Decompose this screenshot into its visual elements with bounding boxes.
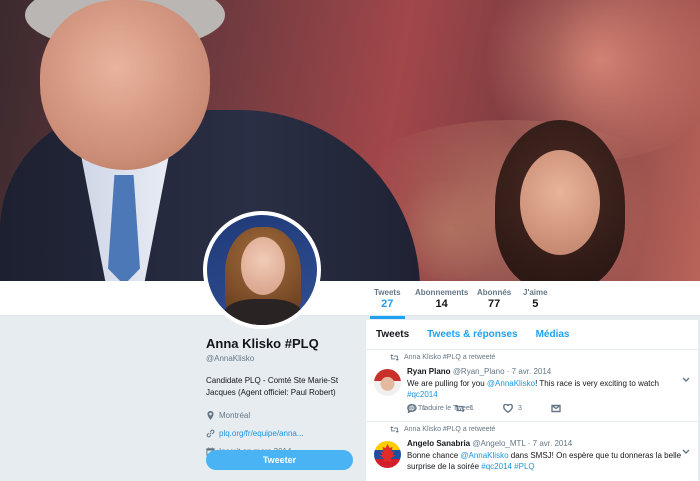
timeline-tabs: Tweets Tweets & réponses Médias [366,320,698,350]
profile-name[interactable]: Anna Klisko #PLQ [206,336,356,351]
tweet-author-avatar[interactable] [374,369,401,396]
tweet-text: We are pulling for you @AnnaKlisko! This… [407,378,689,400]
reply-count: 1 [422,405,426,412]
tweet-actions: 1 1 3 [407,404,599,413]
retweet-icon [390,426,399,433]
tweet-item[interactable]: Anna Klisko #PLQ a retweeté Angelo Sanab… [366,422,698,481]
link-icon [206,429,215,438]
mention-link[interactable]: @AnnaKlisko [460,451,508,460]
retweet-icon [455,404,465,413]
location-pin-icon [207,411,214,420]
retweet-context: Anna Klisko #PLQ a retweeté [390,426,495,433]
stat-label: J'aime [523,288,548,297]
stat-followers[interactable]: Abonnés 77 [477,288,511,310]
stat-value: 77 [487,298,501,310]
tweet-text-part: ! This race is very exciting to watch [535,379,659,388]
envelope-icon [551,404,561,413]
reply-button[interactable]: 1 [407,404,455,413]
stat-likes[interactable]: J'aime 5 [523,288,548,310]
profile-handle[interactable]: @AnnaKlisko [206,354,356,363]
direct-message-button[interactable] [551,404,599,413]
tweet-text-part: We are pulling for you [407,379,487,388]
tweet-text: Bonne chance @AnnaKlisko dans SMSJ! On e… [407,450,689,472]
profile-website[interactable]: plq.org/fr/equipe/anna... [206,429,356,438]
tweet-author-name[interactable]: Ryan Plano [407,367,451,376]
profile-nav: Tweets 27 Abonnements 14 Abonnés 77 J'ai… [0,281,700,319]
tweet-date[interactable]: · 7 avr. 2014 [528,439,572,448]
stat-label: Abonnés [477,288,512,297]
tweet-author-name[interactable]: Angelo Sanabria [407,439,470,448]
tweet-item[interactable]: Anna Klisko #PLQ a retweeté Ryan Plano @… [366,350,698,422]
stat-value: 27 [381,298,394,310]
retweet-context: Anna Klisko #PLQ a retweeté [390,354,495,361]
tweet-author-handle[interactable]: @Angelo_MTL [472,439,525,448]
stat-following[interactable]: Abonnements 14 [415,288,468,310]
like-count: 3 [518,405,522,412]
tweet-text-part: Bonne chance [407,451,461,460]
tweet-header: Ryan Plano @Ryan_Plano · 7 avr. 2014 [407,367,689,376]
maple-leaf-icon [379,444,396,462]
mention-link[interactable]: @AnnaKlisko [487,379,535,388]
stat-label: Tweets [374,288,401,297]
header-banner-photo [0,0,700,281]
hashtag-link[interactable]: #qc2014 #PLQ [481,462,534,471]
tweet-header: Angelo Sanabria @Angelo_MTL · 7 avr. 201… [407,439,689,448]
hashtag-link[interactable]: #qc2014 [407,390,438,399]
retweet-button[interactable]: 1 [455,404,503,413]
retweet-count: 1 [470,405,474,412]
heart-icon [503,404,513,413]
tab-tweets[interactable]: Tweets [376,329,409,340]
reply-icon [407,404,417,413]
profile-card: Anna Klisko #PLQ @AnnaKlisko Candidate P… [206,336,356,456]
tab-tweets-replies[interactable]: Tweets & réponses [427,329,517,340]
tweet-body: Angelo Sanabria @Angelo_MTL · 7 avr. 201… [407,439,689,472]
website-link[interactable]: plq.org/fr/equipe/anna... [219,429,304,438]
tweet-author-handle[interactable]: @Ryan_Plano [453,367,505,376]
tab-media[interactable]: Médias [536,329,570,340]
profile-page: Tweets 27 Abonnements 14 Abonnés 77 J'ai… [0,0,700,481]
location-text: Montréal [219,411,251,420]
retweet-icon [390,354,399,361]
stat-label: Abonnements [415,288,469,297]
stat-value: 5 [532,298,539,310]
tweet-to-button[interactable]: Tweeter [206,450,353,470]
retweet-label[interactable]: Anna Klisko #PLQ a retweeté [404,354,495,361]
tweet-date[interactable]: · 7 avr. 2014 [507,367,551,376]
profile-avatar[interactable] [203,211,321,329]
retweet-label[interactable]: Anna Klisko #PLQ a retweeté [404,426,495,433]
timeline: Tweets Tweets & réponses Médias Anna Kli… [366,320,698,481]
like-button[interactable]: 3 [503,404,551,413]
profile-location: Montréal [206,411,356,420]
stat-tweets[interactable]: Tweets 27 [370,288,405,319]
stat-value: 14 [435,298,448,310]
tweet-author-avatar[interactable] [374,441,401,468]
profile-bio: Candidate PLQ - Comté Ste Marie-St Jacqu… [206,376,339,397]
